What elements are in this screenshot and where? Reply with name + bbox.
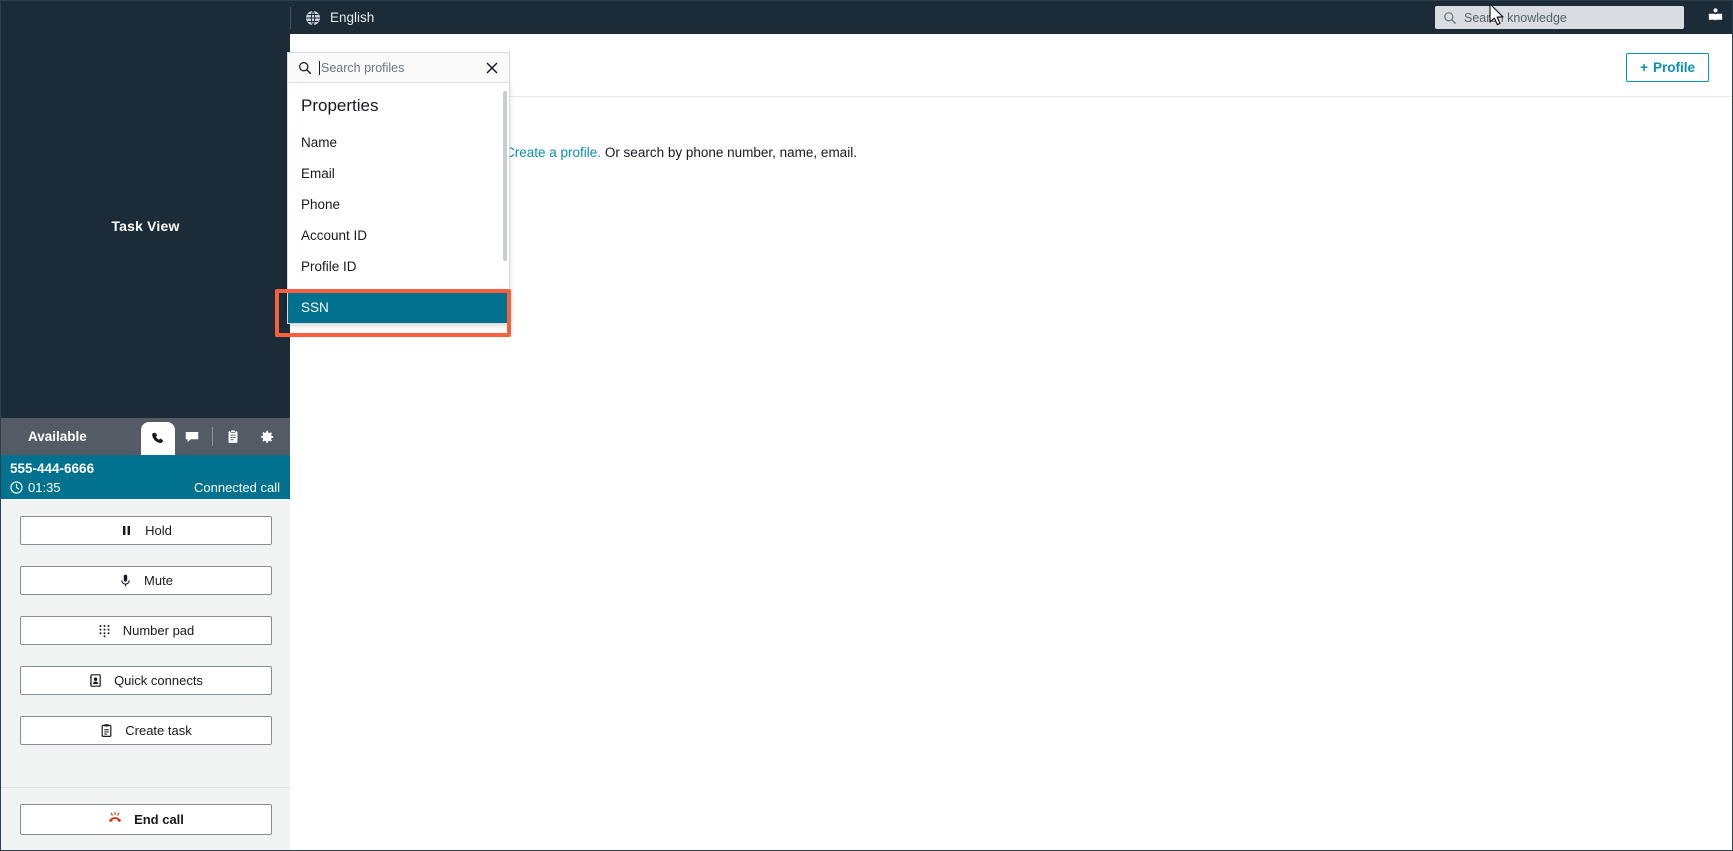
search-profiles-placeholder-text: Search profiles xyxy=(321,60,405,75)
dropdown-item-email[interactable]: Email xyxy=(288,158,509,189)
end-call-label: End call xyxy=(134,812,184,827)
call-duration-group: 01:35 xyxy=(10,480,61,495)
agent-status-label[interactable]: Available xyxy=(28,429,87,444)
hold-button[interactable]: Hold xyxy=(19,516,272,545)
call-duration: 01:35 xyxy=(28,480,61,495)
language-selector[interactable]: English xyxy=(305,10,374,26)
hold-label: Hold xyxy=(145,523,172,538)
topbar-divider xyxy=(290,6,291,29)
add-profile-button[interactable]: + Profile xyxy=(1626,53,1709,82)
tab-chat[interactable] xyxy=(175,418,209,455)
plus-icon: + xyxy=(1640,60,1648,75)
agent-status-bar: Available xyxy=(1,418,290,455)
dropdown-group-title: Properties xyxy=(301,96,379,115)
dropdown-item-account-id[interactable]: Account ID xyxy=(288,220,509,251)
selected-row-container: SSN xyxy=(287,292,510,324)
call-phone-number: 555-444-6666 xyxy=(10,461,95,476)
microphone-icon xyxy=(118,573,133,588)
empty-state-message: Create a profile. Or search by phone num… xyxy=(505,145,857,160)
search-profiles-input[interactable]: Search profiles xyxy=(287,52,510,83)
globe-icon xyxy=(305,10,321,26)
end-call-icon xyxy=(107,811,123,829)
call-status-text: Connected call xyxy=(194,480,280,495)
search-profiles-selected-row: SSN xyxy=(287,292,510,324)
number-pad-button[interactable]: Number pad xyxy=(19,616,272,645)
clock-icon xyxy=(10,481,23,494)
clipboard-icon xyxy=(99,723,114,738)
tab-divider xyxy=(212,427,213,446)
active-call-card: 555-444-6666 01:35 Connected call xyxy=(1,455,290,499)
top-navigation-bar: English Search knowledge xyxy=(1,1,1732,34)
contact-control-panel: Task View Available 555-444-6666 01:35 C… xyxy=(1,1,290,850)
topbar-left-spacer xyxy=(1,1,290,34)
dropdown-scrollbar-thumb[interactable] xyxy=(503,91,507,261)
dropdown-scrollbar[interactable] xyxy=(503,87,508,312)
dropdown-item-name[interactable]: Name xyxy=(288,127,509,158)
search-icon xyxy=(298,61,312,75)
call-controls-panel: Hold Mute Number pad Quick connects Crea… xyxy=(1,499,290,850)
ccp-tab-strip xyxy=(141,418,284,455)
number-pad-label: Number pad xyxy=(122,623,195,638)
tab-task[interactable] xyxy=(216,418,250,455)
search-icon xyxy=(1443,11,1457,25)
mute-button[interactable]: Mute xyxy=(19,566,272,595)
language-label: English xyxy=(330,10,375,25)
quick-connects-button[interactable]: Quick connects xyxy=(19,666,272,695)
dialpad-icon xyxy=(97,623,112,638)
end-call-section: End call xyxy=(1,787,290,835)
knowledge-book-icon xyxy=(1706,6,1725,30)
knowledge-search-input[interactable]: Search knowledge xyxy=(1435,6,1684,29)
end-call-button[interactable]: End call xyxy=(19,804,272,835)
create-task-label: Create task xyxy=(125,723,192,738)
address-book-icon xyxy=(88,673,103,688)
dropdown-item-phone[interactable]: Phone xyxy=(288,189,509,220)
text-caret xyxy=(319,60,320,75)
empty-state-hint: Or search by phone number, name, email. xyxy=(601,145,857,160)
create-task-button[interactable]: Create task xyxy=(19,716,272,745)
mute-label: Mute xyxy=(144,573,173,588)
tab-settings[interactable] xyxy=(250,418,284,455)
tab-phone[interactable] xyxy=(141,422,175,455)
search-profiles-panel: Search profiles Properties Name Email Ph… xyxy=(287,52,510,314)
search-profiles-dropdown-list: Properties Name Email Phone Account ID P… xyxy=(287,83,510,314)
add-profile-label: Profile xyxy=(1652,60,1695,75)
quick-connects-label: Quick connects xyxy=(114,673,203,688)
task-view-label: Task View xyxy=(111,218,180,234)
knowledge-search-placeholder: Search knowledge xyxy=(1464,10,1567,25)
dropdown-item-profile-id[interactable]: Profile ID xyxy=(288,251,509,282)
task-view-area: Task View xyxy=(1,34,290,418)
search-profiles-placeholder: Search profiles xyxy=(319,60,476,75)
pause-icon xyxy=(119,523,134,538)
topbar-right-group: Search knowledge xyxy=(1435,1,1732,34)
dropdown-item-ssn[interactable]: SSN xyxy=(288,292,509,323)
create-profile-link[interactable]: Create a profile. xyxy=(505,145,601,160)
knowledge-panel-button[interactable] xyxy=(1698,1,1732,34)
close-icon[interactable] xyxy=(485,61,499,75)
connect-agent-workspace: English Search knowledge Task View Avail… xyxy=(0,0,1733,851)
